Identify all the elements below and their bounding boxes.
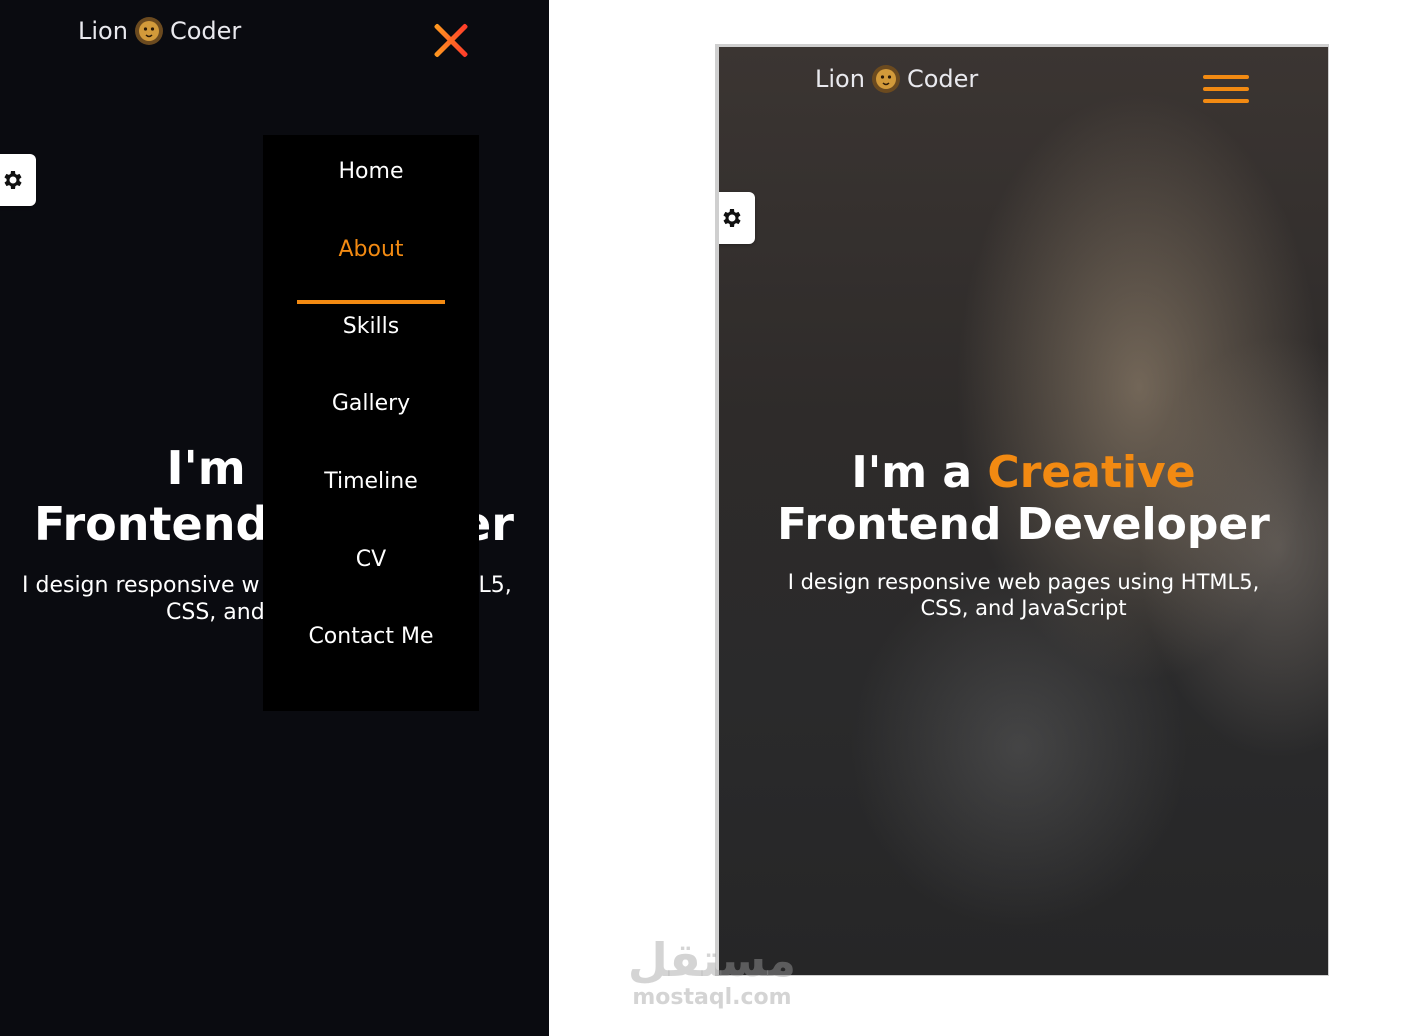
active-menu-underline <box>297 300 445 304</box>
menu-item-about[interactable]: About <box>263 237 479 262</box>
hero-subtitle-line2-left: CSS, and <box>166 600 265 625</box>
brand-right-word: Coder <box>169 17 242 45</box>
close-x-icon[interactable] <box>428 18 474 64</box>
menu-item-home[interactable]: Home <box>263 159 479 184</box>
brand-logo[interactable]: Lion Coder <box>815 64 978 94</box>
nav-menu-panel: Home About Skills Gallery Timeline CV Co… <box>263 135 479 711</box>
hero-heading-line2-left: Frontend <box>34 497 269 551</box>
menu-item-timeline[interactable]: Timeline <box>263 469 479 494</box>
hero-heading-accent: Creative <box>987 447 1196 498</box>
menu-item-contact[interactable]: Contact Me <box>263 624 479 649</box>
brand-right-word: Coder <box>906 65 979 93</box>
hero-heading-line1: I'm a Creative <box>719 447 1328 499</box>
menu-item-cv[interactable]: CV <box>263 547 479 572</box>
watermark-latin: mostaql.com <box>632 985 792 1010</box>
watermark: مستقل mostaql.com <box>612 935 812 1011</box>
mobile-screen-menu-open: Lion Coder I'm a C Frontend er I design … <box>0 0 549 1036</box>
brand-left-word: Lion <box>78 17 128 45</box>
lion-head-icon <box>134 17 163 45</box>
brand-logo[interactable]: Lion Coder <box>78 16 241 46</box>
settings-button[interactable] <box>719 192 755 244</box>
menu-item-gallery[interactable]: Gallery <box>263 391 479 416</box>
gear-icon <box>4 171 22 189</box>
hero-subtitle-line1: I design responsive web pages using HTML… <box>787 570 1260 594</box>
lion-head-icon <box>871 65 900 93</box>
menu-item-skills[interactable]: Skills <box>263 314 479 339</box>
settings-button[interactable] <box>0 154 36 206</box>
hero-subtitle-line2: CSS, and JavaScript <box>920 596 1127 620</box>
watermark-arabic: مستقل <box>627 933 797 987</box>
brand-left-word: Lion <box>815 65 865 93</box>
hamburger-menu-icon[interactable] <box>1203 75 1249 105</box>
hero-section: I'm a Creative Frontend Developer I desi… <box>719 447 1328 621</box>
hero-subtitle: I design responsive web pages using HTML… <box>719 569 1328 621</box>
hero-heading-line2: Frontend Developer <box>777 499 1270 550</box>
hero-heading-prefix: I'm a <box>851 447 988 498</box>
mobile-screen-menu-closed: Lion Coder I'm a Creative Frontend Devel… <box>719 47 1328 975</box>
hero-subtitle-line1-left: I design responsive w <box>22 573 260 598</box>
gear-icon <box>723 209 741 227</box>
